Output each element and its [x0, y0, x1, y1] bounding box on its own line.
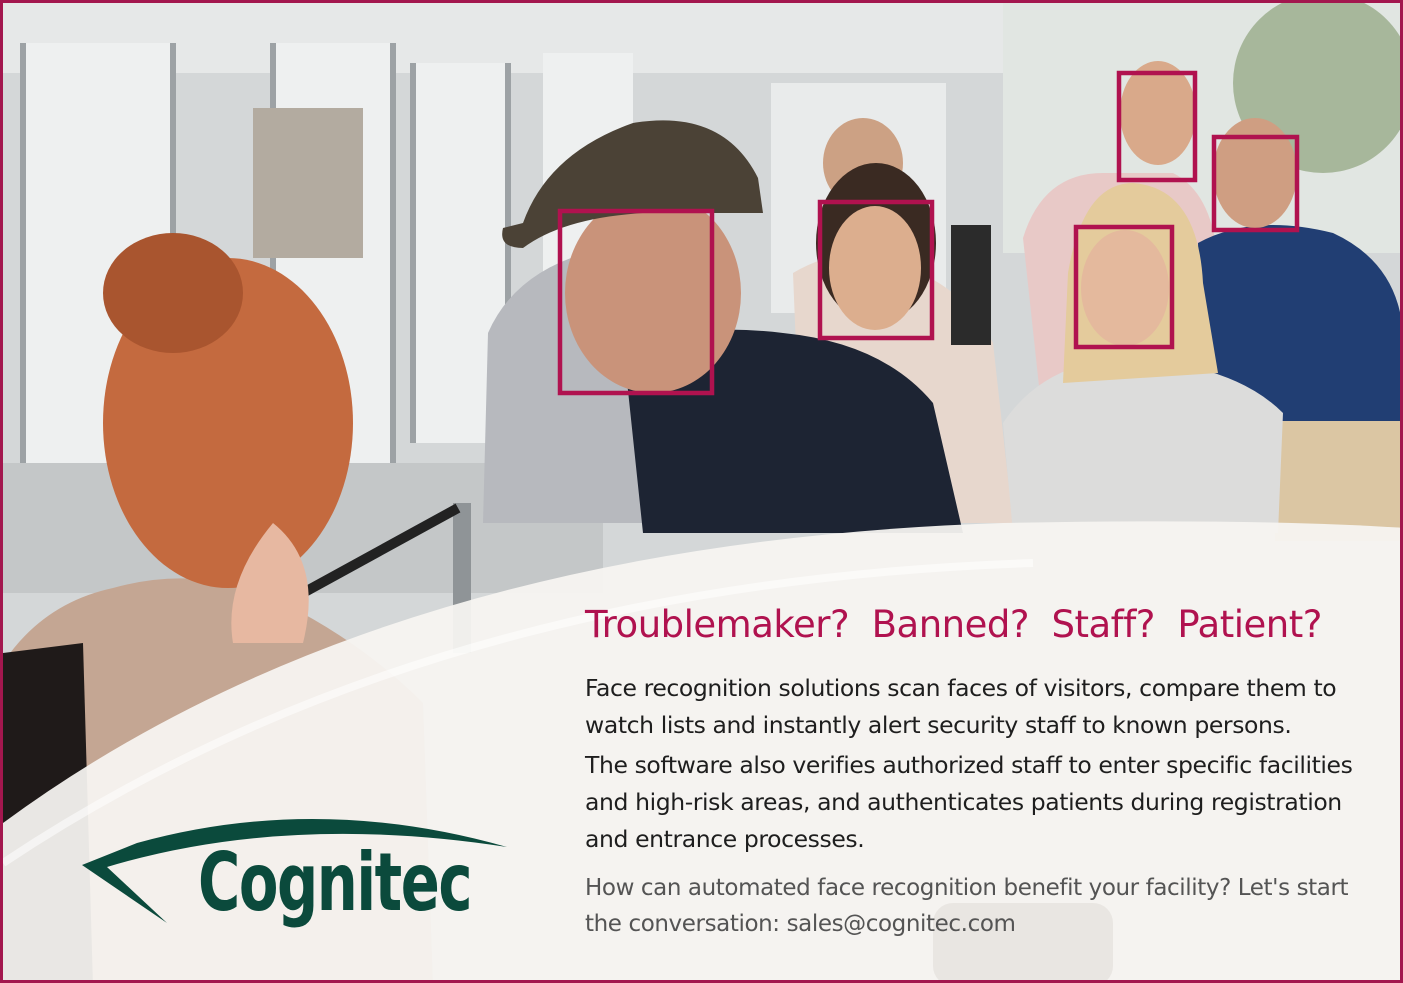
call-to-action: How can automated face recognition benef…	[585, 875, 1349, 937]
description-paragraph: The software also verifies authorized st…	[585, 751, 1353, 853]
brand-logo: Cognitec	[198, 836, 472, 929]
description-paragraph: Face recognition solutions scan faces of…	[585, 674, 1337, 739]
counter	[1275, 421, 1400, 541]
headline: Troublemaker? Banned? Staff? Patient?	[585, 603, 1322, 646]
brochure-rack	[253, 108, 363, 258]
advertisement: Troublemaker? Banned? Staff? Patient? Fa…	[0, 0, 1403, 983]
